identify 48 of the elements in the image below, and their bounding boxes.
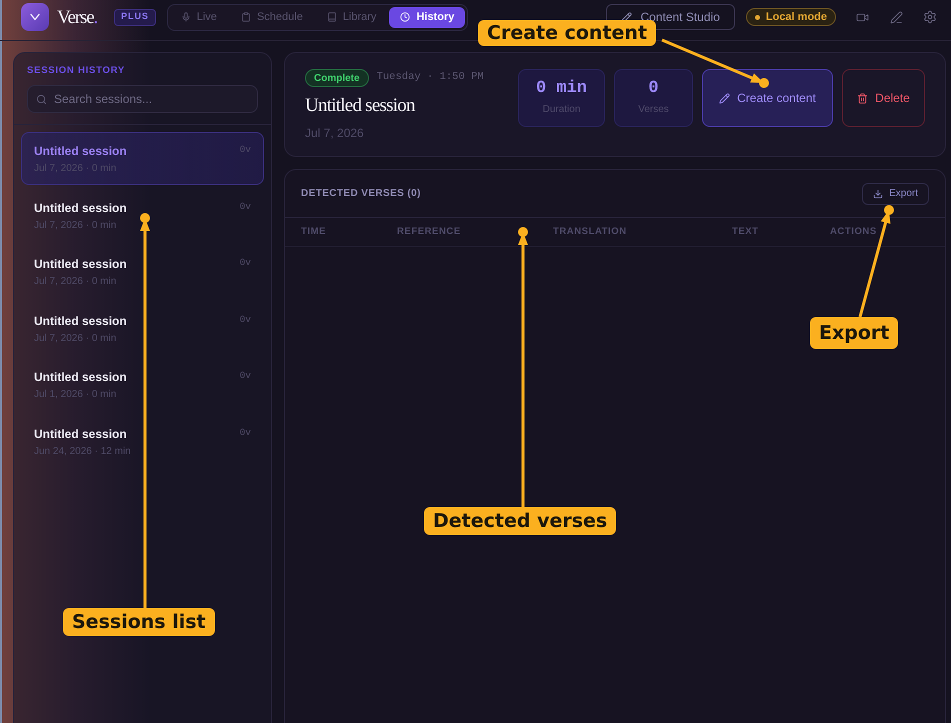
annotation-label: Create content <box>478 20 656 46</box>
stat-value: 0 <box>648 79 659 99</box>
export-button[interactable]: Export <box>862 182 929 204</box>
annotation-label: Sessions list <box>63 608 215 636</box>
brand-name: Verse. <box>57 8 98 26</box>
download-icon <box>873 188 884 198</box>
plan-badge: PLUS <box>114 8 156 26</box>
mode-badge: Local mode <box>746 8 836 26</box>
session-title: Untitled session <box>34 200 127 215</box>
verse-count: 0v <box>240 257 251 270</box>
column-header: TRANSLATION <box>553 224 627 239</box>
column-header: ACTIONS <box>830 224 877 239</box>
pen-icon[interactable] <box>890 10 903 24</box>
session-title: Untitled session <box>34 370 127 384</box>
verse-count: 0v <box>240 370 251 382</box>
search-field[interactable]: Search sessions... <box>27 85 258 114</box>
session-title: Untitled session <box>34 314 127 328</box>
session-date: Jul 7, 2026 <box>305 125 365 142</box>
nav-tab[interactable]: History <box>389 6 466 28</box>
sidebar-title: SESSION HISTORY <box>27 64 126 78</box>
session-title: Untitled session <box>34 257 127 272</box>
logo-icon <box>21 3 49 31</box>
verse-count: 0v <box>240 314 251 326</box>
book-icon <box>326 12 337 22</box>
clock-icon <box>400 12 410 22</box>
session-title: Untitled session <box>34 144 127 158</box>
column-header: REFERENCE <box>397 224 461 239</box>
clipboard-icon <box>240 12 251 22</box>
session-title: Untitled session <box>305 94 416 118</box>
annotation-label: Export <box>810 317 898 349</box>
pencil-icon <box>621 12 632 22</box>
trash-icon <box>857 92 868 104</box>
verse-count: 0v <box>240 200 251 213</box>
annotation-label: Detected verses <box>424 507 616 535</box>
search-icon <box>36 94 47 105</box>
verse-count: 0v <box>240 426 251 439</box>
column-header: TIME <box>301 224 326 239</box>
create-content-button[interactable]: Create content <box>702 69 833 127</box>
column-header: TEXT <box>732 224 759 239</box>
stat-value: 0 min <box>536 79 587 99</box>
session-title: Untitled session <box>34 426 128 441</box>
pencil-icon <box>719 92 730 104</box>
session-time: Tuesday · 1:50 PM <box>376 70 484 86</box>
microphone-icon <box>180 12 191 22</box>
section-title: DETECTED VERSES (0) <box>301 187 421 201</box>
settings-icon[interactable] <box>923 10 937 24</box>
delete-button[interactable]: Delete <box>842 69 925 127</box>
status-badge: Complete <box>305 69 369 87</box>
